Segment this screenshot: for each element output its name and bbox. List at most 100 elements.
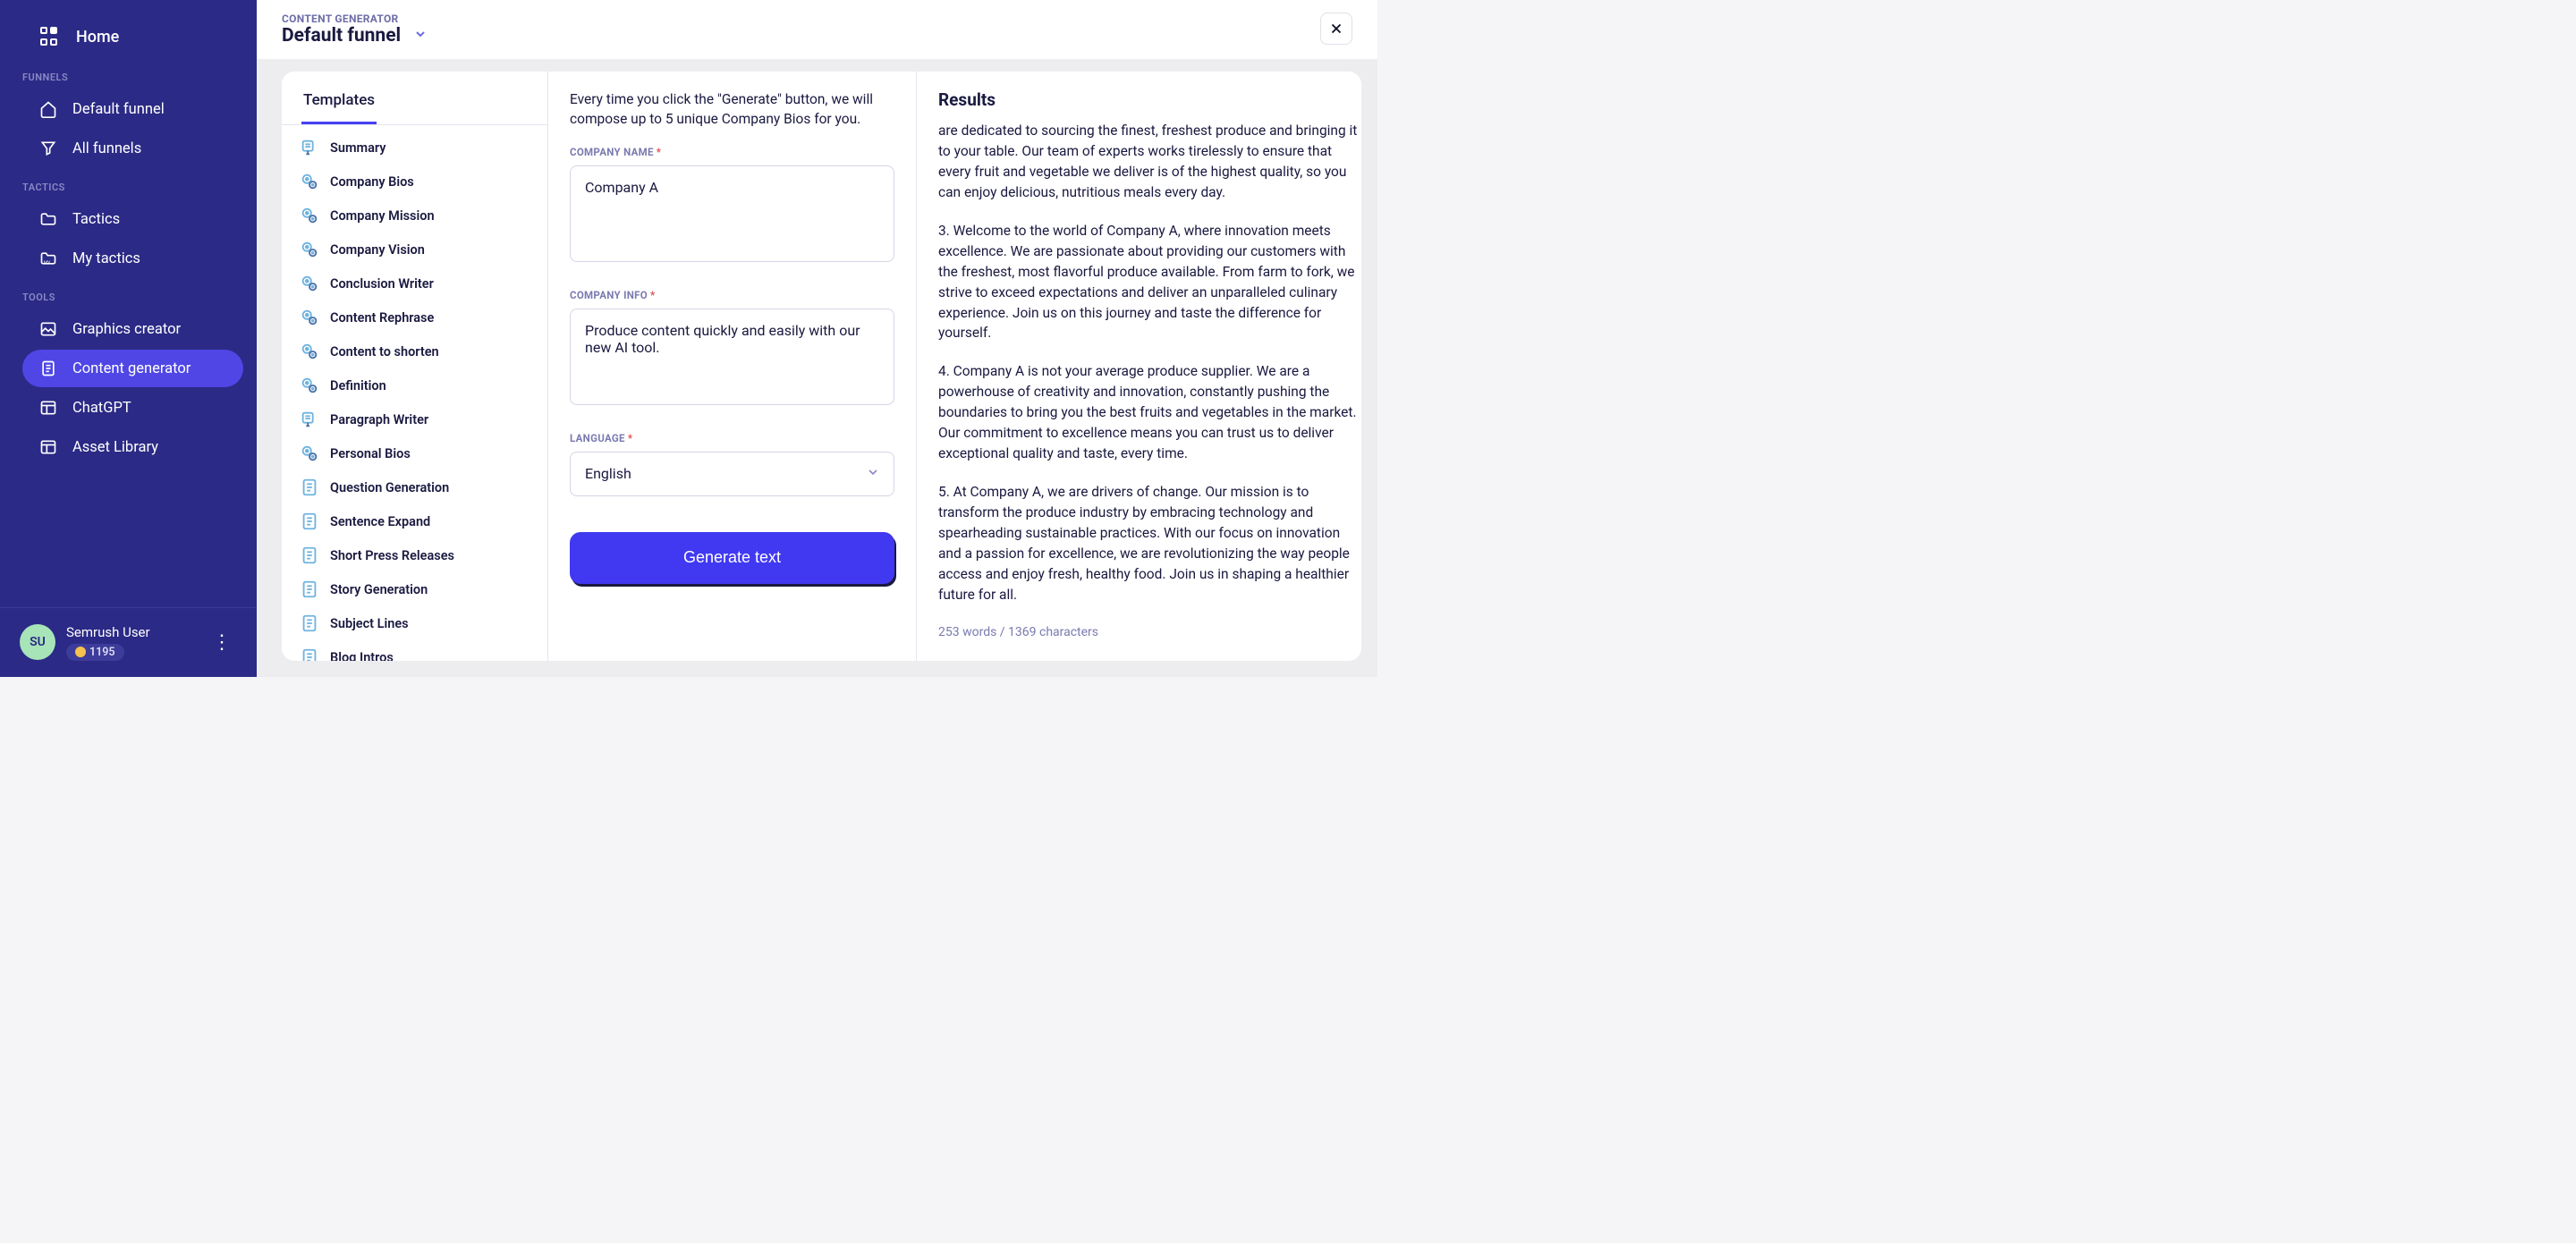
gear-icon xyxy=(300,240,319,259)
nav-asset-library[interactable]: Asset Library xyxy=(22,428,243,466)
paragraph-icon xyxy=(300,410,319,429)
house-icon xyxy=(38,99,58,119)
template-item[interactable]: Company Mission xyxy=(289,199,540,233)
topbar: CONTENT GENERATOR Default funnel xyxy=(257,0,1377,59)
company-name-label: COMPANY NAME* xyxy=(570,146,894,158)
breadcrumb-text: Default funnel xyxy=(282,25,401,47)
main-area: CONTENT GENERATOR Default funnel Templat… xyxy=(257,0,1377,677)
doc-icon xyxy=(300,478,319,497)
nav-home-label: Home xyxy=(76,28,119,47)
template-item-label: Blog Intros xyxy=(330,650,394,662)
chevron-down-icon xyxy=(413,25,428,47)
breadcrumb-small: CONTENT GENERATOR xyxy=(282,13,428,25)
paragraph-icon xyxy=(300,138,319,157)
template-item-label: Sentence Expand xyxy=(330,514,430,529)
template-item-label: Subject Lines xyxy=(330,616,409,631)
results-paragraph: 4. Company A is not your average produce… xyxy=(938,361,1361,464)
template-item-label: Content Rephrase xyxy=(330,310,434,326)
gear-icon xyxy=(300,342,319,361)
grid-icon xyxy=(40,27,60,47)
nav-label: ChatGPT xyxy=(72,400,131,417)
template-item-label: Definition xyxy=(330,378,386,393)
template-list: Summary Company Bios Company Mission Compan… xyxy=(282,125,547,661)
nav-my-tactics[interactable]: MY My tactics xyxy=(22,240,243,277)
layout-icon xyxy=(38,398,58,418)
company-name-input[interactable]: Company A xyxy=(570,165,894,262)
template-item[interactable]: Question Generation xyxy=(289,470,540,504)
form-panel: Every time you click the "Generate" butt… xyxy=(548,72,917,661)
template-item-label: Question Generation xyxy=(330,480,449,495)
tab-templates[interactable]: Templates xyxy=(301,86,377,124)
template-item-label: Story Generation xyxy=(330,582,428,597)
template-item-label: Content to shorten xyxy=(330,344,439,359)
gear-icon xyxy=(300,274,319,293)
template-item-label: Company Vision xyxy=(330,242,425,258)
template-item-label: Company Mission xyxy=(330,208,435,224)
nav-label: My tactics xyxy=(72,250,140,267)
generate-button[interactable]: Generate text xyxy=(570,532,894,584)
gear-icon xyxy=(300,376,319,395)
word-count: 253 words / 1369 characters xyxy=(938,623,1361,639)
template-item[interactable]: Personal Bios xyxy=(289,436,540,470)
template-item[interactable]: Sentence Expand xyxy=(289,504,540,538)
nav-chatgpt[interactable]: ChatGPT xyxy=(22,389,243,427)
template-item-label: Company Bios xyxy=(330,174,414,190)
gear-icon xyxy=(300,172,319,191)
template-item[interactable]: Summary xyxy=(289,131,540,165)
gear-icon xyxy=(300,206,319,225)
section-tactics-label: TACTICS xyxy=(0,169,257,199)
results-paragraph: 3. Welcome to the world of Company A, wh… xyxy=(938,221,1361,344)
breadcrumb-large[interactable]: Default funnel xyxy=(282,25,428,47)
template-item[interactable]: Blog Intros xyxy=(289,640,540,661)
nav-label: Graphics creator xyxy=(72,321,181,338)
template-item[interactable]: Content to shorten xyxy=(289,334,540,368)
nav-label: Default funnel xyxy=(72,101,165,118)
template-item[interactable]: Content Rephrase xyxy=(289,300,540,334)
folder-icon xyxy=(38,209,58,229)
section-funnels-label: FUNNELS xyxy=(0,59,257,89)
nav-label: All funnels xyxy=(72,140,141,157)
language-label: LANGUAGE* xyxy=(570,432,894,444)
template-item[interactable]: Story Generation xyxy=(289,572,540,606)
template-item[interactable]: Company Bios xyxy=(289,165,540,199)
template-item[interactable]: Paragraph Writer xyxy=(289,402,540,436)
nav-graphics-creator[interactable]: Graphics creator xyxy=(22,310,243,348)
avatar[interactable]: SU xyxy=(20,624,55,660)
template-item[interactable]: Subject Lines xyxy=(289,606,540,640)
company-info-label: COMPANY INFO* xyxy=(570,289,894,301)
library-icon xyxy=(38,437,58,457)
template-item[interactable]: Company Vision xyxy=(289,233,540,266)
user-name: Semrush User xyxy=(66,624,196,640)
company-info-input[interactable]: Produce content quickly and easily with … xyxy=(570,309,894,405)
template-item-label: Summary xyxy=(330,140,386,156)
nav-content-generator[interactable]: Content generator xyxy=(22,350,243,387)
language-select[interactable]: English xyxy=(570,452,894,496)
results-heading: Results xyxy=(917,86,1361,121)
more-icon[interactable]: ⋮ xyxy=(207,631,237,654)
template-item-label: Short Press Releases xyxy=(330,548,454,563)
results-body[interactable]: are dedicated to sourcing the finest, fr… xyxy=(917,121,1361,643)
results-paragraph: are dedicated to sourcing the finest, fr… xyxy=(938,121,1361,203)
coin-icon xyxy=(75,647,86,657)
doc-icon xyxy=(300,579,319,599)
funnel-icon xyxy=(38,139,58,158)
nav-home[interactable]: Home xyxy=(0,18,257,59)
sidebar: Home FUNNELS Default funnel All funnels … xyxy=(0,0,257,677)
nav-default-funnel[interactable]: Default funnel xyxy=(22,90,243,128)
gear-icon xyxy=(300,444,319,463)
doc-icon xyxy=(300,512,319,531)
nav-label: Content generator xyxy=(72,360,191,377)
template-item[interactable]: Definition xyxy=(289,368,540,402)
template-item-label: Personal Bios xyxy=(330,446,411,461)
nav-all-funnels[interactable]: All funnels xyxy=(22,130,243,167)
template-item[interactable]: Short Press Releases xyxy=(289,538,540,572)
folder-my-icon: MY xyxy=(38,249,58,268)
doc-icon xyxy=(300,613,319,633)
templates-panel: Templates Summary Company Bios Company Mis… xyxy=(282,72,548,661)
close-button[interactable] xyxy=(1320,13,1352,45)
nav-tactics[interactable]: Tactics xyxy=(22,200,243,238)
nav-label: Tactics xyxy=(72,211,120,228)
results-paragraph: 5. At Company A, we are drivers of chang… xyxy=(938,482,1361,605)
doc-icon xyxy=(300,647,319,661)
template-item[interactable]: Conclusion Writer xyxy=(289,266,540,300)
